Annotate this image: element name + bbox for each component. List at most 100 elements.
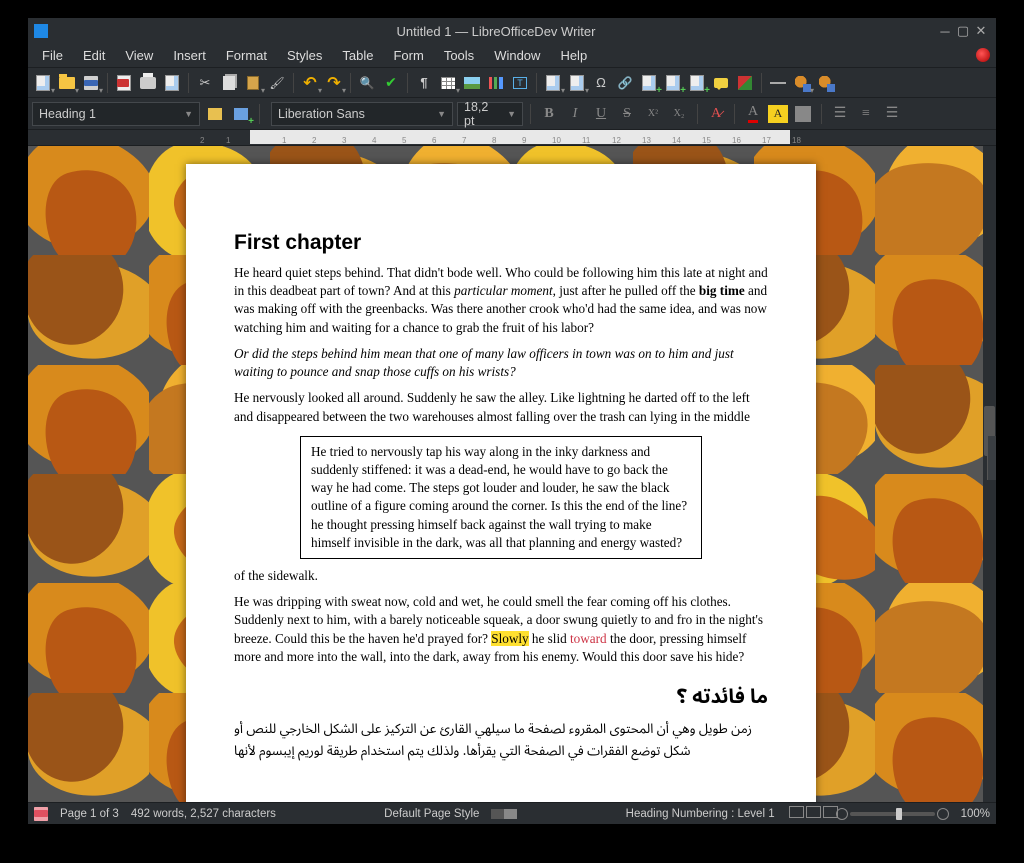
separator (536, 73, 537, 93)
body-paragraph[interactable]: He heard quiet steps behind. That didn't… (234, 264, 768, 337)
document-page[interactable]: First chapter He heard quiet steps behin… (186, 164, 816, 802)
paragraph-style-combo[interactable]: Heading 1 ▼ (32, 102, 200, 126)
new-style-button[interactable] (230, 103, 252, 125)
underline-button[interactable]: U (590, 103, 612, 125)
heading-1[interactable]: First chapter (234, 229, 768, 258)
menu-tools[interactable]: Tools (434, 45, 484, 66)
insert-image-button[interactable] (461, 72, 483, 94)
body-paragraph[interactable]: Or did the steps behind him mean that on… (234, 345, 768, 381)
insert-hyperlink-button[interactable] (614, 72, 636, 94)
font-size-combo[interactable]: 18,2 pt ▼ (457, 102, 523, 126)
menu-window[interactable]: Window (484, 45, 550, 66)
paragraph-style-value: Heading 1 (39, 107, 178, 121)
insert-field-button[interactable] (566, 72, 588, 94)
font-color-button[interactable]: A (742, 103, 764, 125)
subscript-button[interactable]: X₂ (668, 103, 690, 125)
export-pdf-button[interactable] (113, 72, 135, 94)
highlight-color-button[interactable]: A (768, 105, 788, 123)
clear-formatting-button[interactable]: A̷ (705, 103, 727, 125)
app-icon (34, 24, 48, 38)
spellcheck-button[interactable] (380, 72, 402, 94)
heading-arabic[interactable]: ما فائدته ؟ (234, 684, 768, 712)
formatting-marks-button[interactable]: ¶ (413, 72, 435, 94)
bold-button[interactable]: B (538, 103, 560, 125)
separator (293, 73, 294, 93)
close-button[interactable]: ✕ (972, 23, 990, 39)
menu-table[interactable]: Table (332, 45, 383, 66)
insert-special-char-button[interactable]: Ω (590, 72, 612, 94)
menubar: File Edit View Insert Format Styles Tabl… (28, 44, 996, 68)
update-style-button[interactable] (204, 103, 226, 125)
save-button[interactable] (80, 72, 102, 94)
app-window: Untitled 1 — LibreOfficeDev Writer ─ ▢ ✕… (28, 18, 996, 824)
zoom-slider[interactable] (850, 812, 935, 816)
insert-textbox-button[interactable] (509, 72, 531, 94)
formatting-toolbar: Heading 1 ▼ Liberation Sans ▼ 18,2 pt ▼ … (28, 98, 996, 130)
font-name-combo[interactable]: Liberation Sans ▼ (271, 102, 453, 126)
track-changes-button[interactable] (734, 72, 756, 94)
insert-chart-button[interactable] (485, 72, 507, 94)
strikethrough-button[interactable]: S (616, 103, 638, 125)
menu-edit[interactable]: Edit (73, 45, 115, 66)
open-button[interactable] (56, 72, 78, 94)
font-name-value: Liberation Sans (278, 107, 431, 121)
separator (821, 104, 822, 124)
basic-shapes-button[interactable] (791, 72, 813, 94)
insert-footnote-button[interactable] (638, 72, 660, 94)
insert-cross-ref-button[interactable] (686, 72, 708, 94)
view-layout-icons[interactable] (787, 806, 838, 821)
chevron-down-icon: ▼ (507, 109, 516, 119)
status-page-style[interactable]: Default Page Style (384, 808, 479, 820)
undo-button[interactable] (299, 72, 321, 94)
separator (697, 104, 698, 124)
close-document-icon[interactable] (976, 48, 990, 62)
menu-view[interactable]: View (115, 45, 163, 66)
status-zoom[interactable]: 100% (961, 808, 990, 820)
insert-comment-button[interactable] (710, 72, 732, 94)
status-language-indicator[interactable] (491, 809, 517, 819)
separator (761, 73, 762, 93)
show-draw-functions-button[interactable] (815, 72, 837, 94)
menu-help[interactable]: Help (550, 45, 597, 66)
print-preview-button[interactable] (161, 72, 183, 94)
new-button[interactable] (32, 72, 54, 94)
save-status-icon[interactable] (34, 807, 48, 821)
insert-pagebreak-button[interactable] (542, 72, 564, 94)
insert-bookmark-button[interactable] (662, 72, 684, 94)
clone-formatting-button[interactable] (266, 72, 288, 94)
sidebar-toggle-handle[interactable] (987, 436, 996, 480)
status-word-count[interactable]: 492 words, 2,527 characters (131, 808, 276, 820)
statusbar: Page 1 of 3 492 words, 2,527 characters … (28, 802, 996, 824)
minimize-button[interactable]: ─ (936, 24, 954, 39)
insert-line-button[interactable] (767, 72, 789, 94)
italic-button[interactable]: I (564, 103, 586, 125)
status-page[interactable]: Page 1 of 3 (60, 808, 119, 820)
separator (530, 104, 531, 124)
align-left-button[interactable]: ☰ (829, 103, 851, 125)
align-center-button[interactable]: ≡ (855, 103, 877, 125)
menu-form[interactable]: Form (383, 45, 433, 66)
status-heading-numbering[interactable]: Heading Numbering : Level 1 (626, 808, 775, 820)
cut-button[interactable] (194, 72, 216, 94)
standard-toolbar: ¶ Ω (28, 68, 996, 98)
body-paragraph[interactable]: He nervously looked all around. Suddenly… (234, 389, 768, 425)
body-paragraph[interactable]: He was dripping with sweat now, cold and… (234, 593, 768, 666)
superscript-button[interactable]: X² (642, 103, 664, 125)
menu-file[interactable]: File (32, 45, 73, 66)
align-right-button[interactable]: ☰ (881, 103, 903, 125)
maximize-button[interactable]: ▢ (954, 23, 972, 39)
menu-insert[interactable]: Insert (163, 45, 216, 66)
menu-format[interactable]: Format (216, 45, 277, 66)
horizontal-ruler[interactable]: 2 1 1 2 3 4 5 6 7 8 9 10 11 12 13 14 15 … (28, 130, 996, 146)
text-frame[interactable]: He tried to nervously tap his way along … (300, 436, 702, 559)
insert-table-button[interactable] (437, 72, 459, 94)
redo-button[interactable] (323, 72, 345, 94)
copy-button[interactable] (218, 72, 240, 94)
char-background-button[interactable]: A (792, 103, 814, 125)
print-button[interactable] (137, 72, 159, 94)
menu-styles[interactable]: Styles (277, 45, 332, 66)
body-paragraph-arabic[interactable]: زمن طويل وهي أن المحتوى المقروء لصفحة ما… (234, 718, 768, 763)
paste-button[interactable] (242, 72, 264, 94)
find-replace-button[interactable] (356, 72, 378, 94)
body-paragraph[interactable]: of the sidewalk. (234, 567, 768, 585)
